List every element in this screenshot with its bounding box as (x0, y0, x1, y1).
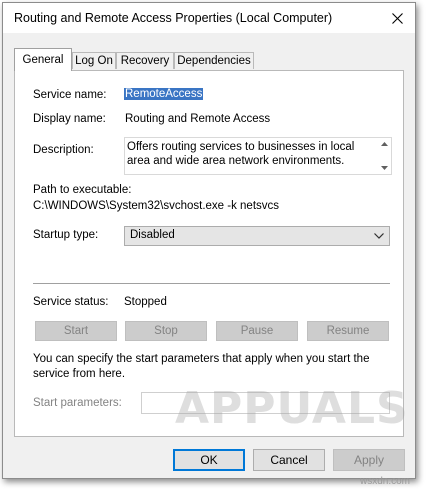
cancel-button[interactable]: Cancel (253, 449, 325, 471)
start-params-label: Start parameters: (33, 397, 122, 409)
service-name-value[interactable]: RemoteAccess (124, 88, 204, 100)
title-bar[interactable]: Routing and Remote Access Properties (Lo… (3, 3, 415, 33)
startup-type-select[interactable]: Disabled (124, 226, 390, 246)
path-label: Path to executable: (33, 184, 132, 196)
pause-button[interactable]: Pause (216, 321, 298, 341)
tab-log-on[interactable]: Log On (72, 52, 116, 69)
startup-type-value: Disabled (130, 229, 175, 241)
ok-button[interactable]: OK (173, 449, 245, 471)
apply-button[interactable]: Apply (333, 449, 405, 471)
service-status-value: Stopped (124, 296, 167, 308)
service-name-label: Service name: (33, 89, 107, 101)
site-watermark: wsxdn.com (360, 476, 411, 487)
scroll-up-icon[interactable] (378, 139, 390, 149)
path-value: C:\WINDOWS\System32\svchost.exe -k netsv… (33, 200, 280, 212)
window-title: Routing and Remote Access Properties (Lo… (14, 11, 333, 25)
start-button[interactable]: Start (35, 321, 117, 341)
description-box[interactable]: Offers routing services to businesses in… (124, 137, 392, 175)
tab-dependencies[interactable]: Dependencies (174, 52, 254, 69)
tab-general[interactable]: General (14, 48, 72, 71)
general-tab-panel: Service name: RemoteAccess Display name:… (14, 70, 404, 437)
description-label: Description: (33, 144, 94, 156)
chevron-down-icon (374, 233, 384, 239)
start-params-hint: You can specify the start parameters tha… (33, 353, 370, 380)
separator (33, 283, 390, 284)
description-value: Offers routing services to businesses in… (127, 141, 355, 167)
resume-button[interactable]: Resume (307, 321, 389, 341)
display-name-label: Display name: (33, 113, 106, 125)
scroll-down-icon[interactable] (378, 163, 390, 173)
close-icon (391, 12, 403, 24)
display-name-value[interactable]: Routing and Remote Access (125, 113, 270, 125)
tab-recovery[interactable]: Recovery (116, 52, 174, 69)
close-button[interactable] (379, 3, 415, 33)
watermark: APPUALS (175, 383, 409, 434)
startup-type-label: Startup type: (33, 229, 99, 241)
service-status-label: Service status: (33, 296, 109, 308)
stop-button[interactable]: Stop (125, 321, 207, 341)
properties-dialog: Routing and Remote Access Properties (Lo… (2, 2, 416, 479)
